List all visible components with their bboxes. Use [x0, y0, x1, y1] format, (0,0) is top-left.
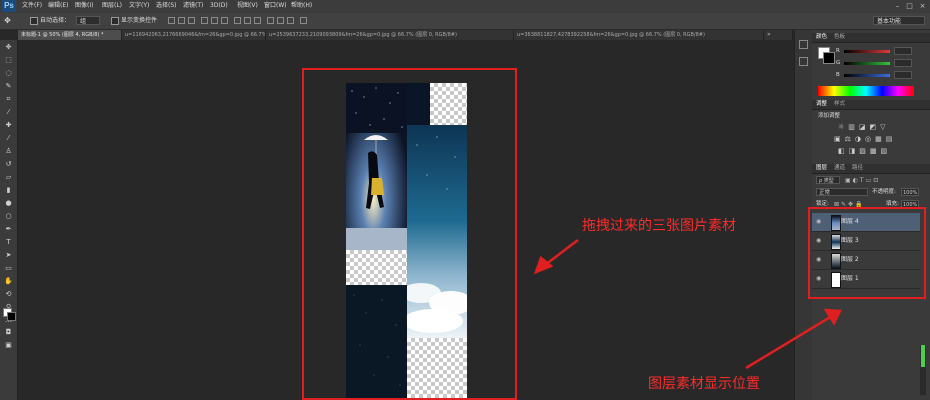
arrow-to-layers: [745, 314, 833, 370]
annotation-arrows: [533, 239, 842, 370]
arrow-head-canvas: [533, 255, 554, 275]
arrow-head-layers: [823, 308, 842, 326]
arrow-to-canvas: [544, 239, 579, 266]
